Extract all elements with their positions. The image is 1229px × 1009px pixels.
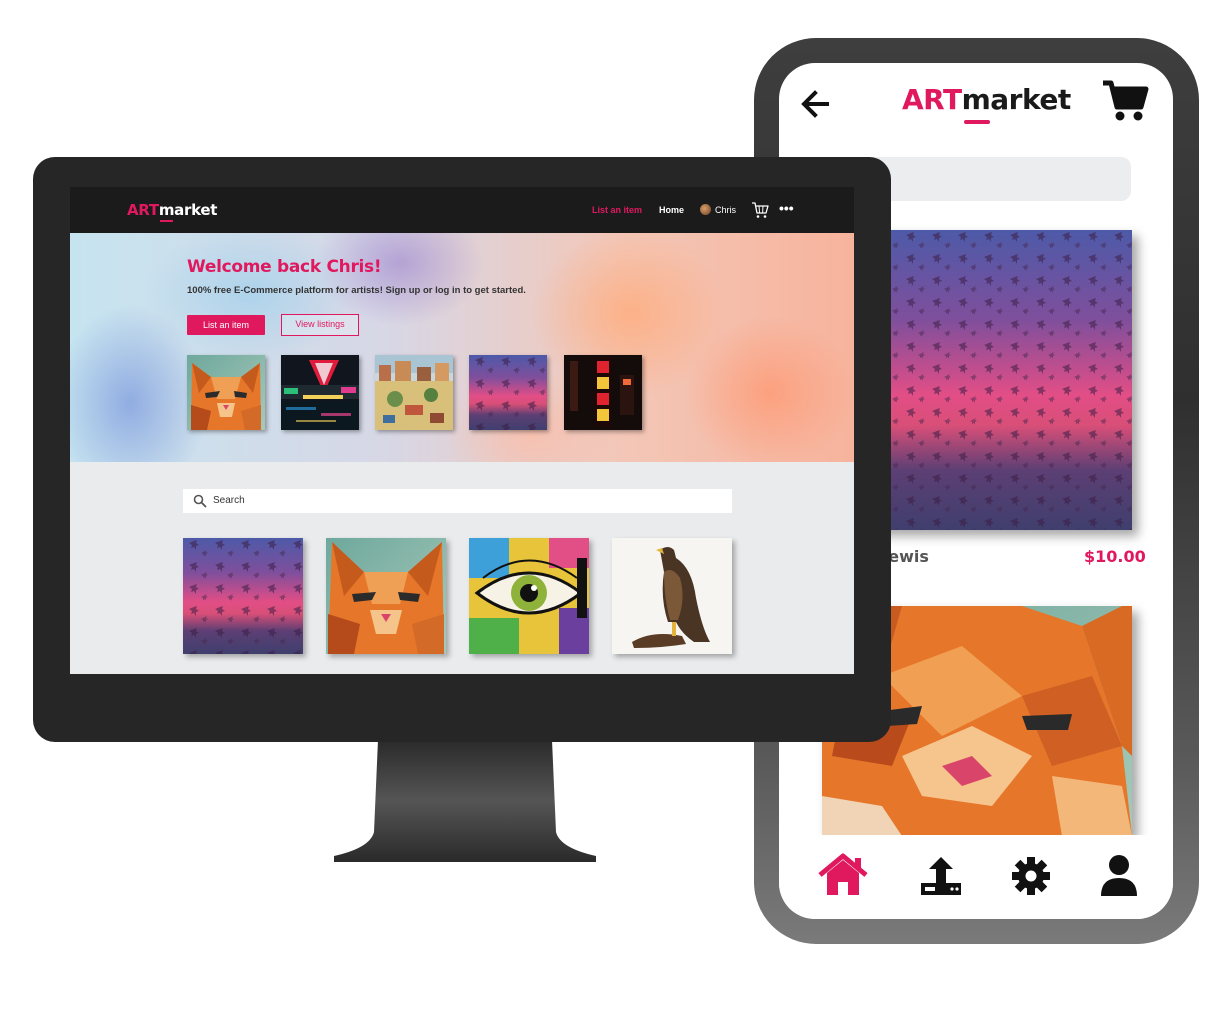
hero-title: Welcome back Chris! <box>187 257 382 277</box>
nav-list-item-link[interactable]: List an item <box>592 205 642 215</box>
logo-market-text: market <box>961 83 1072 116</box>
monitor-stand <box>330 740 600 864</box>
listing-card-eye[interactable] <box>469 538 589 654</box>
logo-art-text: ART <box>902 83 962 116</box>
search-placeholder: Search <box>213 495 245 506</box>
hero-thumb-sunset[interactable] <box>469 355 547 430</box>
search-input[interactable]: Search <box>183 489 732 513</box>
home-icon[interactable] <box>817 853 869 899</box>
hero-thumb-vintage-city[interactable] <box>375 355 453 430</box>
site-logo[interactable]: ARTmarket <box>127 201 217 219</box>
search-icon <box>193 494 207 508</box>
cart-icon[interactable] <box>1101 79 1149 123</box>
avatar[interactable] <box>700 204 711 215</box>
logo-art-text: ART <box>127 201 159 219</box>
logo-market-text: market <box>158 201 218 219</box>
hero-thumb-neon-signs[interactable] <box>564 355 642 430</box>
nav-user-name[interactable]: Chris <box>715 205 736 215</box>
settings-icon[interactable] <box>1005 853 1057 899</box>
list-item-button[interactable]: List an item <box>187 315 265 335</box>
profile-icon[interactable] <box>1093 853 1145 899</box>
view-listings-button[interactable]: View listings <box>281 314 359 336</box>
listing-card-cat[interactable] <box>326 538 446 654</box>
monitor-screen: ARTmarket List an item Home Chris ••• We… <box>70 187 854 674</box>
mockup-stage: ARTmarket arch s Lewis $10.00 <box>0 0 1229 1009</box>
listing-card-sunset[interactable] <box>183 538 303 654</box>
upload-icon[interactable] <box>915 853 967 899</box>
top-navbar: ARTmarket List an item Home Chris ••• <box>70 187 854 233</box>
listing-price: $10.00 <box>1084 547 1146 566</box>
app-logo[interactable]: ARTmarket <box>902 83 1071 116</box>
hero-subtitle: 100% free E-Commerce platform for artist… <box>187 285 526 296</box>
bottom-nav <box>779 835 1173 919</box>
listing-card-eagle[interactable] <box>612 538 732 654</box>
more-menu-icon[interactable]: ••• <box>779 200 794 216</box>
hero-thumb-cat[interactable] <box>187 355 265 430</box>
hero-thumb-neon-city[interactable] <box>281 355 359 430</box>
nav-home-link[interactable]: Home <box>659 205 684 215</box>
back-arrow-icon[interactable] <box>801 89 835 119</box>
cart-icon[interactable] <box>751 201 769 219</box>
hero-banner: Welcome back Chris! 100% free E-Commerce… <box>70 233 854 462</box>
